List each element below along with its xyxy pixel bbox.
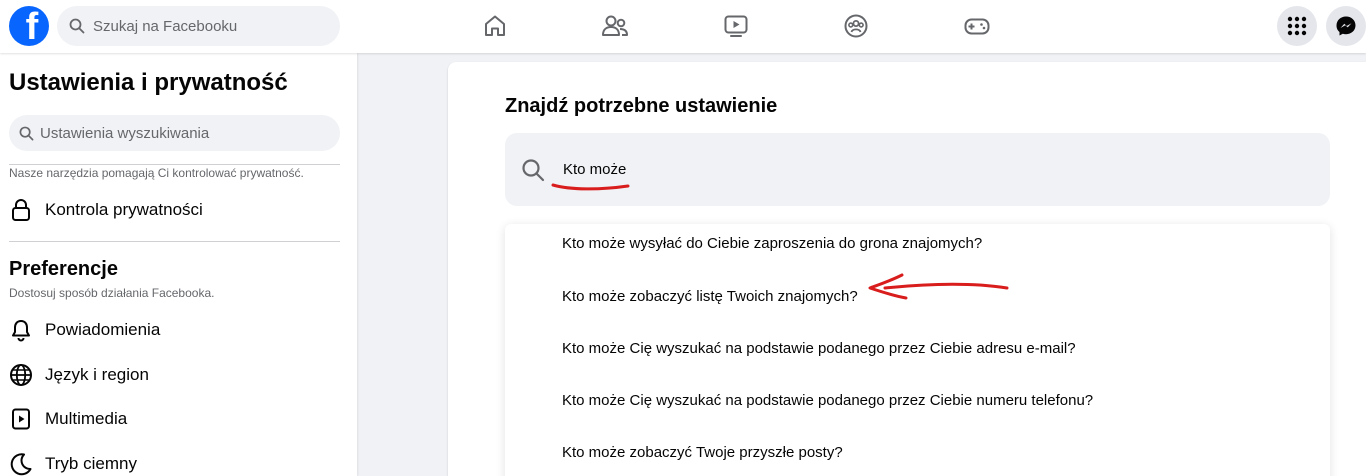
home-icon[interactable] bbox=[477, 9, 513, 43]
search-result-item[interactable]: Kto może zobaczyć Twoje przyszłe posty? bbox=[562, 444, 843, 461]
divider bbox=[9, 241, 340, 242]
setting-search-box[interactable] bbox=[505, 133, 1330, 206]
settings-search-input[interactable] bbox=[40, 124, 320, 142]
search-result-item[interactable]: Kto może Cię wyszukać na podstawie podan… bbox=[562, 392, 1093, 409]
media-icon bbox=[9, 407, 33, 431]
sidebar-item-label: Tryb ciemny bbox=[45, 454, 137, 473]
search-icon bbox=[69, 18, 85, 34]
facebook-logo-letter: f bbox=[25, 6, 39, 46]
search-result-item[interactable]: Kto może Cię wyszukać na podstawie podan… bbox=[562, 340, 1076, 357]
lock-icon bbox=[9, 198, 33, 222]
groups-icon[interactable] bbox=[838, 9, 874, 43]
privacy-note: Nasze narzędzia pomagają Ci kontrolować … bbox=[9, 166, 304, 180]
settings-sidebar: Ustawienia i prywatność Nasze narzędzia … bbox=[0, 53, 357, 476]
sidebar-item-label: Kontrola prywatności bbox=[45, 200, 203, 219]
moon-icon bbox=[9, 452, 33, 476]
sidebar-item-media[interactable]: Multimedia bbox=[9, 402, 340, 436]
facebook-search-box[interactable] bbox=[57, 6, 340, 46]
globe-icon bbox=[9, 363, 33, 387]
sidebar-item-notifications[interactable]: Powiadomienia bbox=[9, 313, 340, 347]
bell-icon bbox=[9, 318, 33, 342]
preferences-subtitle: Dostosuj sposób działania Facebooka. bbox=[9, 286, 215, 300]
sidebar-item-label: Język i region bbox=[45, 365, 149, 384]
setting-search-input[interactable] bbox=[563, 161, 1163, 178]
settings-search-panel: Znajdź potrzebne ustawienie Kto może wys… bbox=[448, 62, 1366, 476]
sidebar-title: Ustawienia i prywatność bbox=[9, 69, 288, 96]
messenger-icon[interactable] bbox=[1326, 6, 1366, 46]
sidebar-item-label: Powiadomienia bbox=[45, 320, 161, 339]
settings-search-box[interactable] bbox=[9, 115, 340, 151]
sidebar-item-language-region[interactable]: Język i region bbox=[9, 358, 340, 392]
search-result-item[interactable]: Kto może wysyłać do Ciebie zaproszenia d… bbox=[562, 235, 982, 252]
search-results-dropdown: Kto może wysyłać do Ciebie zaproszenia d… bbox=[505, 224, 1330, 476]
menu-grid-icon[interactable] bbox=[1277, 6, 1317, 46]
panel-heading: Znajdź potrzebne ustawienie bbox=[505, 95, 778, 117]
sidebar-item-privacy-checkup[interactable]: Kontrola prywatności bbox=[9, 193, 340, 227]
sidebar-item-label: Multimedia bbox=[45, 409, 128, 428]
top-navigation-bar: f bbox=[0, 0, 1366, 53]
facebook-search-input[interactable] bbox=[93, 17, 313, 35]
search-result-item[interactable]: Kto może zobaczyć listę Twoich znajomych… bbox=[562, 288, 858, 305]
search-icon bbox=[522, 158, 545, 181]
friends-icon[interactable] bbox=[597, 9, 633, 43]
search-icon bbox=[19, 126, 34, 140]
sidebar-item-dark-mode[interactable]: Tryb ciemny bbox=[9, 447, 340, 476]
facebook-logo[interactable]: f bbox=[9, 6, 49, 46]
preferences-title: Preferencje bbox=[9, 258, 118, 280]
video-icon[interactable] bbox=[718, 9, 754, 43]
divider bbox=[9, 164, 340, 165]
gaming-icon[interactable] bbox=[959, 9, 995, 43]
